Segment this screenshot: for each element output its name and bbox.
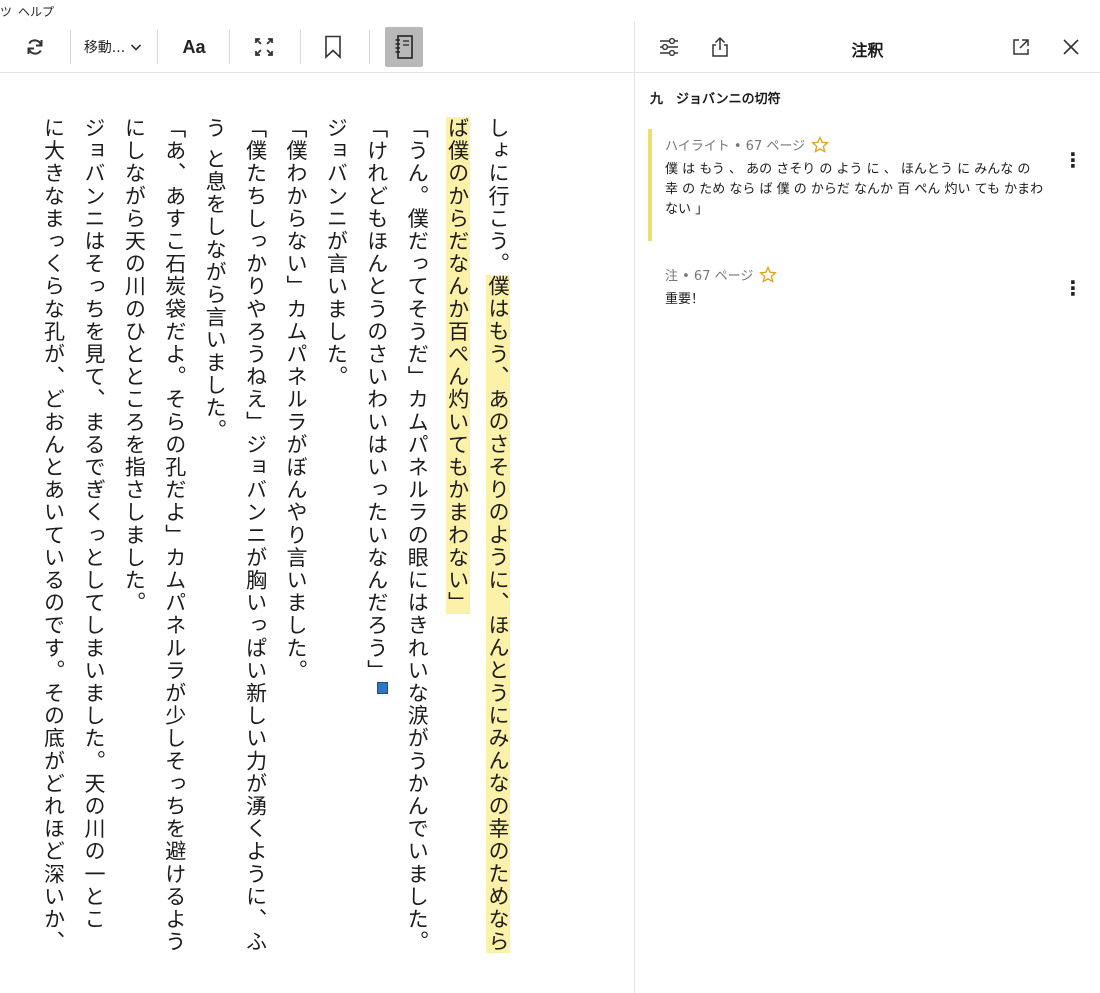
entry-meta: 注 • 67 ページ [665,269,754,284]
refresh-icon [27,39,43,55]
fullscreen-button[interactable] [249,27,279,67]
toolbar-separator [70,30,71,64]
close-icon [1063,39,1079,55]
entry-meta: ハイライト • 67 ページ [665,139,806,154]
annotation-entry-highlight[interactable]: ハイライト • 67 ページ 僕 は もう 、 あの さそり の よう に 、 … [665,135,1045,220]
text-line: 「僕わからない」カムパネルラがぼんやり言いました。 [283,117,308,682]
text-line: 「僕たちしっかりやろうねえ」ジョバンニが胸いっぱい新しい力が湧くように、ふ [243,117,268,954]
bookmark-button[interactable] [318,27,348,67]
more-options-button[interactable]: ⋮ [1063,150,1083,170]
highlight-accent-bar [648,129,652,241]
text-line: 「あ、あすこ石炭袋だよ。そらの孔だよ」カムパネルラが少しそっちを避けるよう [162,117,187,954]
external-link-icon [1013,39,1029,55]
chapter-heading: 九 ジョバンニの切符 [650,92,781,107]
menu-item-partial[interactable]: ツ [0,3,12,20]
annotations-panel: 注釈 九 ジョバンニの切符 ハイライト • 67 ページ 僕 は もう 、 あの… [635,22,1100,993]
text-line: しょに行こう。僕はもう、あのさそりのように、ほんとうにみんなの幸のためなら [486,117,510,954]
toolbar-separator [157,30,158,64]
highlight-span[interactable]: ば僕のからだなんか百ぺん灼いてもかまわない」 [445,117,470,615]
refresh-button[interactable] [20,27,50,67]
more-options-button[interactable]: ⋮ [1063,278,1083,298]
entry-text: 重要！ [665,292,705,307]
text-line: に大きなまっくらな孔が、どおんとあいているのです。その底がどれほど深いか、 [41,117,66,954]
text-line: 「うん。僕だってそうだ」カムパネルラの眼にはきれいな涙がうかんでいました。 [405,117,430,954]
move-label: 移動... [83,40,126,56]
close-button[interactable] [1059,35,1083,59]
text-line: ジョバンニはそっちを見て、まるでぎくっとしてしまいました。天の川の一とこ [81,117,106,931]
menu-bar: ツ ヘルプ [0,0,1100,22]
note-marker-icon[interactable] [376,682,388,694]
toolbar-separator [229,30,230,64]
panel-header: 注釈 [635,22,1100,73]
open-external-button[interactable] [1009,35,1033,59]
text-line: 「けれどもほんとうのさいわいはいったいなんだろう」 [356,117,396,993]
text-line: ジョバンニが言いました。 [324,117,349,389]
book-text: しょに行こう。僕はもう、あのさそりのように、ほんとうにみんなの幸のためなら ば僕… [33,117,518,993]
chevron-down-icon [131,44,142,51]
fullscreen-icon [255,38,273,56]
notebook-icon [395,35,413,59]
menu-item-help[interactable]: ヘルプ [18,3,54,20]
entry-text: 僕 は もう 、 あの さそり の よう に 、 ほんとう に みんな の 幸 … [665,162,1044,217]
toolbar-separator [369,30,370,64]
font-settings-button[interactable]: Aa [174,27,214,67]
star-icon[interactable] [811,135,830,154]
reader-toolbar: 移動... Aa [0,22,634,73]
toolbar-separator [300,30,301,64]
notebook-toggle-button[interactable] [385,27,423,67]
reading-pane: しょに行こう。僕はもう、あのさそりのように、ほんとうにみんなの幸のためなら ば僕… [0,73,634,993]
highlight-span[interactable]: 僕はもう、あのさそりのように、ほんとうにみんなの幸のためなら [486,275,510,954]
bookmark-icon [325,35,341,59]
star-icon[interactable] [759,265,778,284]
text-line: う と息をしながら言いました。 [203,117,228,442]
text-line: ば僕のからだなんか百ぺん灼いてもかまわない」 [437,117,477,993]
text-line: にしながら天の川のひとところを指さしました。 [122,117,147,615]
annotation-entry-note[interactable]: 注 • 67 ページ 重要！ [665,265,1045,310]
move-dropdown[interactable]: 移動... [80,27,146,67]
